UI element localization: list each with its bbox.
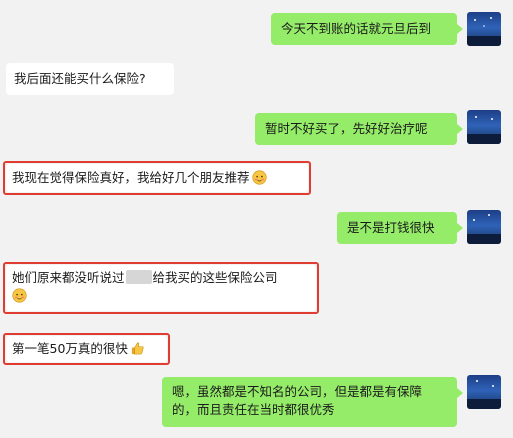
message-text: 我后面还能买什么保险? <box>14 71 146 86</box>
message-bubble-theirs[interactable]: 第一笔50万真的很快 <box>6 336 167 362</box>
message-bubble-theirs[interactable]: 我现在觉得保险真好，我给好几个朋友推荐 <box>6 164 308 192</box>
avatar[interactable] <box>467 12 501 46</box>
thumbs-up-icon <box>131 342 144 355</box>
message-bubble-theirs[interactable]: 她们原来都没听说过 给我买的这些保险公司 <box>6 265 316 311</box>
avatar[interactable] <box>467 210 501 244</box>
message-text: 的，而且责任在当时都很优秀 <box>172 402 335 417</box>
message-bubble-theirs[interactable]: 我后面还能买什么保险? <box>6 63 174 95</box>
message-text: 第一笔50万真的很快 <box>12 341 128 356</box>
message-bubble-mine[interactable]: 暂时不好买了，先好好治疗呢 <box>255 113 463 145</box>
message-text: 是不是打钱很快 <box>347 220 435 235</box>
message-bubble-mine[interactable]: 是不是打钱很快 <box>337 212 463 244</box>
avatar[interactable] <box>467 375 501 409</box>
message-text: 暂时不好买了，先好好治疗呢 <box>265 121 428 136</box>
message-text: 她们原来都没听说过 <box>12 270 125 285</box>
message-text: 今天不到账的话就元旦后到 <box>281 21 432 36</box>
redacted-text <box>125 270 152 284</box>
chat-window: 今天不到账的话就元旦后到 我后面还能买什么保险? 暂时不好买了，先好好治疗呢 我… <box>0 0 513 438</box>
message-text: 我现在觉得保险真好，我给好几个朋友推荐 <box>12 170 250 185</box>
message-bubble-mine[interactable]: 嗯，虽然都是不知名的公司，但是都是有保障 的，而且责任在当时都很优秀 <box>162 377 463 427</box>
shy-face-emoji-icon <box>12 288 27 303</box>
message-text: 嗯，虽然都是不知名的公司，但是都是有保障 <box>172 384 423 399</box>
message-text: 给我买的这些保险公司 <box>152 270 278 285</box>
shy-face-emoji-icon <box>251 170 267 185</box>
message-bubble-mine[interactable]: 今天不到账的话就元旦后到 <box>271 13 463 45</box>
avatar[interactable] <box>467 110 501 144</box>
